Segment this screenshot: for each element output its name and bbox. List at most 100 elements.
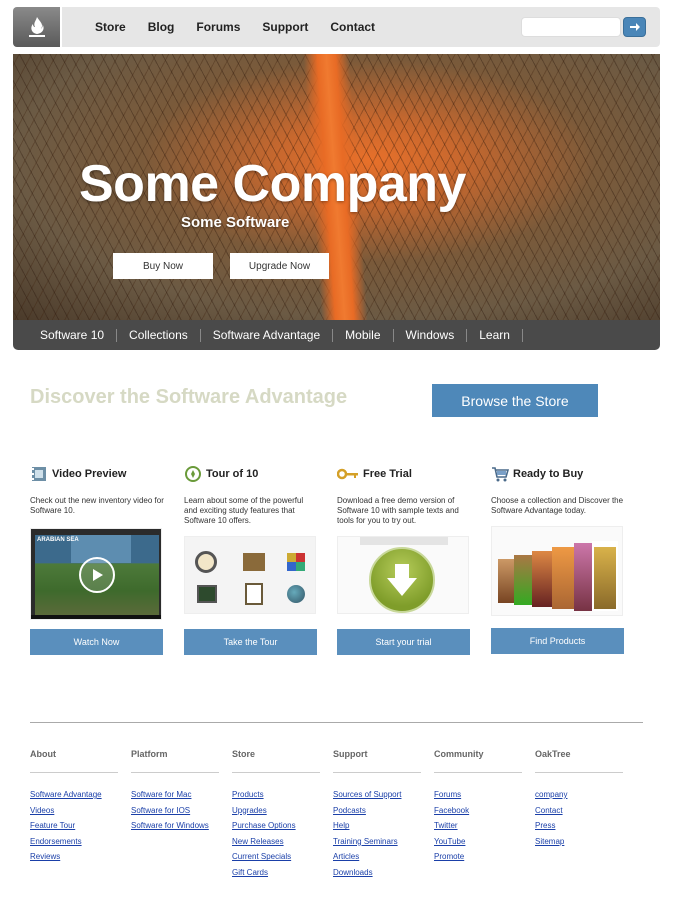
compass-icon [184, 465, 202, 483]
feature-description: Check out the new inventory video for So… [30, 496, 164, 515]
nav-store[interactable]: Store [95, 20, 126, 34]
subnav-software-10[interactable]: Software 10 [28, 328, 118, 342]
arrow-right-icon [629, 23, 640, 31]
footer-link[interactable]: Sitemap [535, 834, 623, 850]
main-nav: Store Blog Forums Support Contact [95, 7, 397, 47]
footer-link[interactable]: Press [535, 818, 623, 834]
hero-banner: Some Company Some Software Buy Now Upgra… [13, 54, 660, 320]
nav-forums[interactable]: Forums [196, 20, 240, 34]
tour-features-image [184, 536, 316, 614]
footer-col-support: Support Sources of Support Podcasts Help… [333, 749, 421, 881]
scroll-icon [243, 553, 265, 571]
subnav-learn[interactable]: Learn [467, 328, 523, 342]
magnifier-icon [195, 551, 217, 573]
footer-link[interactable]: Sources of Support [333, 787, 421, 803]
hero-subtitle: Some Software [181, 214, 290, 231]
upgrade-now-button[interactable]: Upgrade Now [230, 253, 329, 279]
footer-link[interactable]: Feature Tour [30, 818, 118, 834]
footer-heading: Store [232, 749, 320, 773]
product-boxes-image [491, 526, 623, 616]
search-submit-button[interactable] [623, 17, 646, 37]
footer-heading: About [30, 749, 118, 773]
footer-link[interactable]: Gift Cards [232, 865, 320, 881]
footer-link[interactable]: Forums [434, 787, 522, 803]
feature-description: Choose a collection and Discover the Sof… [491, 496, 624, 515]
nav-contact[interactable]: Contact [330, 20, 375, 34]
key-icon [337, 465, 359, 483]
footer-link[interactable]: Software for Windows [131, 818, 219, 834]
footer-col-platform: Platform Software for Mac Software for I… [131, 749, 219, 834]
video-map-label: ARABIAN SEA [37, 537, 79, 543]
footer-link[interactable]: company [535, 787, 623, 803]
feature-title: Ready to Buy [513, 468, 584, 480]
nav-blog[interactable]: Blog [148, 20, 175, 34]
start-trial-button[interactable]: Start your trial [337, 629, 470, 655]
feature-free-trial: Free Trial Download a free demo version … [337, 462, 471, 525]
footer-link[interactable]: Facebook [434, 803, 522, 819]
footer-heading: OakTree [535, 749, 623, 773]
footer-col-community: Community Forums Facebook Twitter YouTub… [434, 749, 522, 865]
watch-now-button[interactable]: Watch Now [30, 629, 163, 655]
subnav-software-advantage[interactable]: Software Advantage [201, 328, 334, 342]
footer-link[interactable]: Reviews [30, 849, 118, 865]
top-bar: Store Blog Forums Support Contact [13, 7, 660, 47]
footer-link[interactable]: Current Specials [232, 849, 320, 865]
find-products-button[interactable]: Find Products [491, 628, 624, 654]
search-input[interactable] [521, 17, 621, 37]
download-arrow-icon [369, 547, 435, 613]
feature-video-preview: Video Preview Check out the new inventor… [30, 462, 164, 524]
discover-heading: Discover the Software Advantage [30, 386, 348, 408]
footer-link[interactable]: Videos [30, 803, 118, 819]
footer-link[interactable]: Software Advantage [30, 787, 118, 803]
footer-col-oaktree: OakTree company Contact Press Sitemap [535, 749, 623, 849]
notepad-icon [245, 583, 263, 605]
footer-heading: Support [333, 749, 421, 773]
arrows-icon [287, 553, 305, 571]
footer-link[interactable]: New Releases [232, 834, 320, 850]
subnav-windows[interactable]: Windows [394, 328, 468, 342]
footer-link[interactable]: Software for IOS [131, 803, 219, 819]
globe-icon [287, 585, 305, 603]
download-image [337, 536, 469, 614]
footer-divider [30, 722, 643, 723]
footer-link[interactable]: YouTube [434, 834, 522, 850]
video-thumbnail[interactable]: ARABIAN SEA [30, 528, 162, 620]
feature-tour: Tour of 10 Learn about some of the power… [184, 462, 318, 525]
footer-heading: Platform [131, 749, 219, 773]
footer-link[interactable]: Upgrades [232, 803, 320, 819]
nav-support[interactable]: Support [262, 20, 308, 34]
feature-title: Tour of 10 [206, 468, 259, 480]
footer-link[interactable]: Help [333, 818, 421, 834]
cart-icon [491, 465, 509, 483]
footer-link[interactable]: Promote [434, 849, 522, 865]
feature-description: Learn about some of the powerful and exc… [184, 496, 304, 525]
play-icon[interactable] [79, 557, 115, 593]
footer-link[interactable]: Endorsements [30, 834, 118, 850]
footer-link[interactable]: Purchase Options [232, 818, 320, 834]
buy-now-button[interactable]: Buy Now [113, 253, 213, 279]
footer-link[interactable]: Products [232, 787, 320, 803]
footer-col-about: About Software Advantage Videos Feature … [30, 749, 118, 865]
feature-description: Download a free demo version of Software… [337, 496, 459, 525]
footer-heading: Community [434, 749, 522, 773]
footer-link[interactable]: Software for Mac [131, 787, 219, 803]
chalkboard-icon [197, 585, 217, 603]
sub-nav: Software 10 Collections Software Advanta… [13, 320, 660, 350]
feature-title: Free Trial [363, 468, 412, 480]
take-tour-button[interactable]: Take the Tour [184, 629, 317, 655]
footer-link[interactable]: Contact [535, 803, 623, 819]
feature-ready-to-buy: Ready to Buy Choose a collection and Dis… [491, 462, 625, 524]
footer-link[interactable]: Training Seminars [333, 834, 421, 850]
footer-link[interactable]: Articles [333, 849, 421, 865]
browse-store-button[interactable]: Browse the Store [432, 384, 598, 417]
subnav-collections[interactable]: Collections [117, 328, 201, 342]
subnav-mobile[interactable]: Mobile [333, 328, 394, 342]
footer-col-store: Store Products Upgrades Purchase Options… [232, 749, 320, 881]
hero-title: Some Company [79, 155, 466, 213]
feature-title: Video Preview [52, 468, 127, 480]
logo-flame-icon[interactable] [13, 7, 62, 47]
footer-link[interactable]: Downloads [333, 865, 421, 881]
footer-link[interactable]: Podcasts [333, 803, 421, 819]
film-icon [30, 465, 48, 483]
footer-link[interactable]: Twitter [434, 818, 522, 834]
